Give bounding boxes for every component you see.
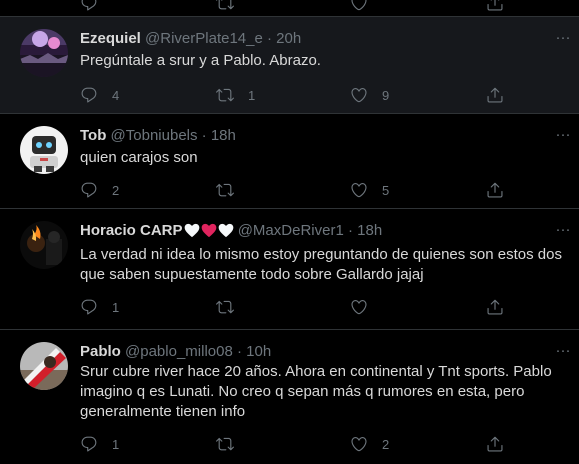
reply-count: 4 — [112, 88, 120, 103]
white-heart-icon — [218, 223, 234, 241]
avatar[interactable] — [20, 29, 68, 77]
tweet-pablo[interactable]: Pablo @pablo_millo08 · 10h ··· Srur cubr… — [0, 330, 579, 464]
author-name[interactable]: Horacio CARP — [80, 222, 183, 239]
tweet-text: Pregúntale a srur y a Pablo. Abrazo. — [80, 51, 565, 71]
author-name[interactable]: Pablo — [80, 343, 121, 360]
like-icon — [350, 435, 368, 453]
tweet-text-line: Srur cubre river hace 20 años. Ahora en … — [80, 363, 552, 380]
author-handle[interactable]: @MaxDeRiver1 — [238, 222, 344, 239]
avatar-image — [20, 342, 68, 390]
like-count: 2 — [382, 437, 390, 452]
reply-icon — [80, 181, 98, 199]
share-icon — [486, 86, 504, 104]
avatar[interactable] — [20, 342, 68, 390]
tweet-text-line: Pregúntale a srur y a Pablo. Abrazo. — [80, 52, 321, 69]
reply-icon — [80, 435, 98, 453]
tweet-text-line: que saben supuestamente todo sobre Galla… — [80, 266, 424, 283]
more-icon: ··· — [555, 126, 571, 143]
like-icon — [350, 86, 368, 104]
author-handle[interactable]: @RiverPlate14_e — [145, 30, 263, 47]
more-options-button[interactable]: ··· — [551, 126, 575, 148]
tweet-actions: 1 2 — [80, 435, 520, 455]
retweet-icon — [216, 0, 234, 12]
retweet-icon — [216, 435, 234, 453]
more-icon: ··· — [555, 221, 571, 238]
author-name[interactable]: Ezequiel — [80, 30, 141, 47]
avatar-image — [20, 29, 68, 77]
reply-count: 2 — [112, 183, 120, 198]
tweet-actions: 2 5 — [80, 181, 520, 201]
share-icon — [486, 435, 504, 453]
author-handle[interactable]: @Tobniubels — [111, 127, 198, 144]
red-heart-icon — [201, 223, 217, 241]
more-icon: ··· — [555, 342, 571, 359]
tweet-tob[interactable]: Tob @Tobniubels · 18h ··· quien carajos … — [0, 114, 579, 209]
tweet-header: Ezequiel @RiverPlate14_e · 20h — [80, 29, 539, 49]
avatar[interactable] — [20, 221, 68, 269]
author-handle[interactable]: @pablo_millo08 — [125, 343, 233, 360]
like-icon — [350, 298, 368, 316]
reply-icon — [80, 0, 98, 12]
tweet-text: quien carajos son — [80, 148, 565, 168]
retweet-icon — [216, 86, 234, 104]
like-count: 9 — [382, 88, 390, 103]
tweet-time[interactable]: 18h — [357, 222, 382, 239]
separator-dot: · — [267, 30, 272, 47]
reply-count: 1 — [112, 437, 120, 452]
reply-count: 1 — [112, 300, 120, 315]
tweet-text-line: quien carajos son — [80, 149, 198, 166]
tweet-text: Srur cubre river hace 20 años. Ahora en … — [80, 362, 565, 422]
reply-icon — [80, 298, 98, 316]
tweet-header: Pablo @pablo_millo08 · 10h — [80, 342, 539, 362]
tweet-text: La verdad ni idea lo mismo estoy pregunt… — [80, 245, 565, 285]
separator-dot: · — [347, 222, 353, 239]
reply-icon — [80, 86, 98, 104]
retweet-count: 1 — [248, 88, 256, 103]
tweet-actions: 4 1 9 — [80, 86, 520, 106]
tweet-actions: 1 — [80, 298, 520, 318]
tweet-header: Horacio CARP @MaxDeRiver1 · 18h — [80, 221, 539, 241]
tweet-time[interactable]: 10h — [246, 343, 271, 360]
more-options-button[interactable]: ··· — [551, 342, 575, 364]
tweet-time[interactable]: 18h — [211, 127, 236, 144]
avatar-image — [20, 126, 68, 174]
white-heart-icon — [184, 223, 200, 241]
tweet-horacio[interactable]: Horacio CARP @MaxDeRiver1 · 18h ··· La v… — [0, 209, 579, 330]
separator-dot: · — [201, 127, 207, 144]
avatar-image — [20, 221, 68, 269]
tweet-text-line: La verdad ni idea lo mismo estoy pregunt… — [80, 246, 562, 263]
avatar[interactable] — [20, 126, 68, 174]
like-icon — [350, 181, 368, 199]
share-icon — [486, 298, 504, 316]
tweet-time[interactable]: 20h — [276, 30, 301, 47]
separator-dot: · — [236, 343, 242, 360]
more-options-button[interactable]: ··· — [551, 29, 575, 51]
share-icon — [486, 181, 504, 199]
tweet-ezequiel[interactable]: Ezequiel @RiverPlate14_e · 20h ··· Pregú… — [0, 17, 579, 114]
like-icon — [350, 0, 368, 12]
previous-tweet-footer — [0, 0, 579, 17]
tweet-header: Tob @Tobniubels · 18h — [80, 126, 539, 146]
more-options-button[interactable]: ··· — [551, 221, 575, 243]
like-count: 5 — [382, 183, 390, 198]
retweet-icon — [216, 298, 234, 316]
author-name[interactable]: Tob — [80, 127, 106, 144]
tweet-text-line: imagino q es Lunati. No creo q sepan más… — [80, 383, 525, 400]
reply-feed: Ezequiel @RiverPlate14_e · 20h ··· Pregú… — [0, 0, 579, 464]
share-icon — [486, 0, 504, 12]
tweet-text-line: generalmente tienen info — [80, 403, 246, 420]
retweet-icon — [216, 181, 234, 199]
more-icon: ··· — [555, 29, 571, 46]
